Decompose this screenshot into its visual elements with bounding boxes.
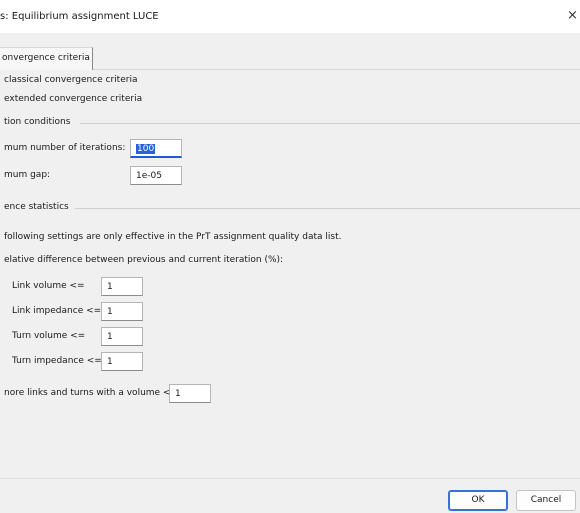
max-gap-label: mum gap: — [4, 170, 51, 180]
max-iterations-input[interactable]: 100 — [130, 139, 182, 158]
relative-difference-label: elative difference between previous and … — [4, 255, 284, 265]
ignore-volume-label: nore links and turns with a volume < — [4, 388, 171, 398]
turn-volume-label: Turn volume <= — [12, 331, 86, 341]
max-iterations-label: mum number of iterations: — [4, 143, 126, 153]
max-gap-input[interactable]: 1e-05 — [130, 166, 182, 185]
tab-label: onvergence criteria — [2, 53, 90, 63]
link-impedance-value: 1 — [107, 307, 113, 317]
turn-impedance-label: Turn impedance <= — [12, 356, 102, 366]
link-volume-value: 1 — [107, 282, 113, 292]
group-divider — [75, 208, 580, 209]
turn-volume-value: 1 — [107, 332, 113, 342]
ok-button[interactable]: OK — [448, 490, 508, 511]
statistics-note: following settings are only effective in… — [4, 232, 342, 242]
radio-classical-convergence[interactable]: classical convergence criteria — [4, 75, 137, 85]
link-impedance-input[interactable]: 1 — [101, 302, 143, 321]
max-gap-value: 1e-05 — [136, 171, 162, 181]
ignore-volume-input[interactable]: 1 — [169, 384, 211, 403]
statistics-group-title: ence statistics — [4, 202, 73, 212]
group-divider — [80, 123, 580, 124]
turn-impedance-value: 1 — [107, 357, 113, 367]
termination-group-title: tion conditions — [4, 117, 75, 127]
link-volume-input[interactable]: 1 — [101, 277, 143, 296]
max-iterations-value: 100 — [136, 144, 156, 154]
link-volume-label: Link volume <= — [12, 281, 85, 291]
turn-volume-input[interactable]: 1 — [101, 327, 143, 346]
link-impedance-label: Link impedance <= — [12, 306, 102, 316]
ignore-volume-value: 1 — [175, 389, 181, 399]
window-title: s: Equilibrium assignment LUCE — [0, 11, 159, 22]
turn-impedance-input[interactable]: 1 — [101, 352, 143, 371]
tab-convergence-criteria[interactable]: onvergence criteria — [0, 47, 93, 70]
cancel-button[interactable]: Cancel — [516, 490, 576, 511]
footer-divider — [0, 478, 580, 479]
radio-extended-convergence[interactable]: extended convergence criteria — [4, 94, 142, 104]
close-icon[interactable]: × — [567, 8, 578, 23]
